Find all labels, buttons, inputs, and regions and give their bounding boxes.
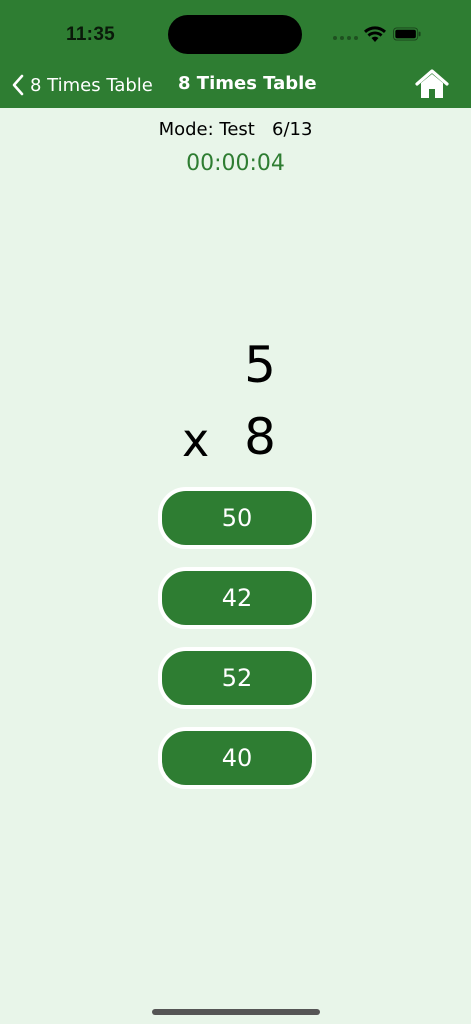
chevron-left-icon [12,74,24,96]
mode-progress-label: Mode: Test 6/13 [158,119,313,140]
answer-button-2[interactable]: 42 [158,567,316,629]
answer-button-4[interactable]: 40 [158,727,316,789]
cellular-signal-icon [333,36,358,40]
navigation-bar: 8 Times Table 8 Times Table [0,62,471,108]
status-bar: 11:35 [0,0,471,62]
answer-button-3[interactable]: 52 [158,647,316,709]
battery-icon [393,27,421,41]
wifi-icon [364,26,386,42]
dynamic-island [168,15,302,54]
home-button[interactable] [414,68,450,102]
back-button[interactable]: 8 Times Table [12,72,153,98]
timer: 00:00:04 [186,151,285,176]
home-icon [415,69,449,98]
home-indicator[interactable] [152,1009,320,1015]
question-operator: x [182,413,210,467]
back-button-label: 8 Times Table [30,74,153,96]
question-operand-top: 5 [244,336,276,394]
answer-button-1[interactable]: 50 [158,487,316,549]
question-operand-bottom: 8 [244,408,276,466]
status-time: 11:35 [66,24,116,45]
page-title: 8 Times Table [178,73,317,94]
